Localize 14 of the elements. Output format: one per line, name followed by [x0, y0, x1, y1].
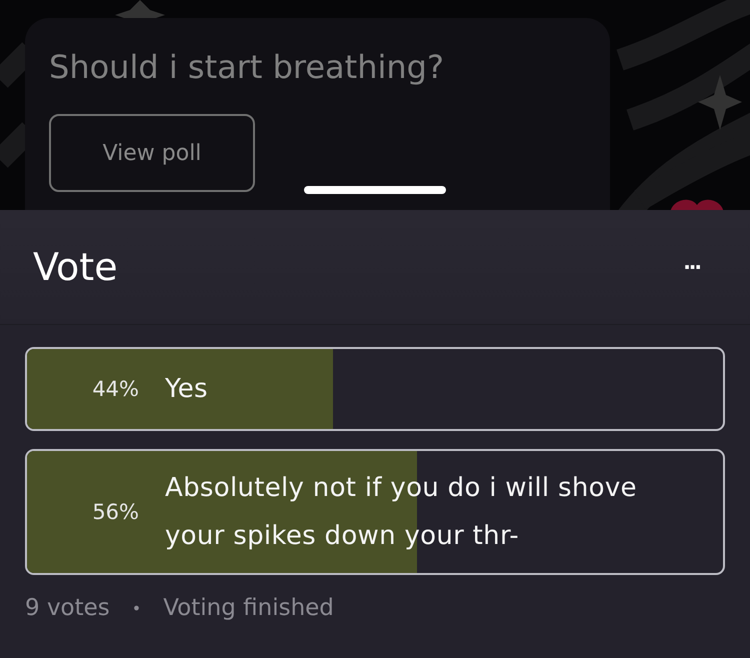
- poll-option[interactable]: 56% Absolutely not if you do i will shove your spikes down your thr-: [25, 449, 725, 575]
- poll-question: Should i start breathing?: [49, 48, 444, 86]
- option-percent: 56%: [91, 500, 139, 524]
- poll-option[interactable]: 44% Yes: [25, 347, 725, 431]
- option-label: Absolutely not if you do i will shove your spikes down your thr-: [165, 472, 638, 553]
- drag-handle[interactable]: [304, 186, 446, 194]
- option-label: Yes: [165, 373, 208, 406]
- more-button[interactable]: ···: [683, 255, 700, 279]
- poll-status: Voting finished: [163, 595, 334, 621]
- view-poll-button[interactable]: View poll: [49, 114, 255, 192]
- option-percent: 44%: [91, 377, 139, 401]
- vote-count: 9 votes: [25, 595, 110, 621]
- sheet-title: Vote: [33, 245, 118, 289]
- separator-dot: •: [132, 598, 142, 618]
